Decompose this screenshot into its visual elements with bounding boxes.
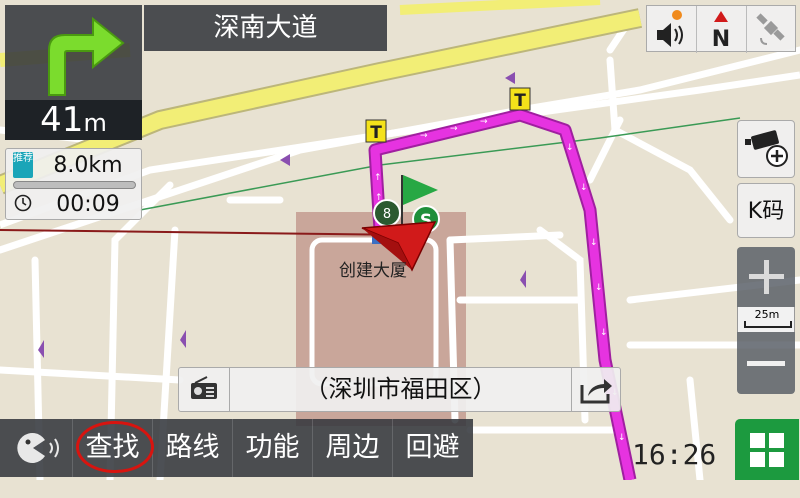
camera-add-button[interactable]: [737, 120, 795, 178]
svg-text:↓: ↓: [566, 143, 574, 153]
turn-panel[interactable]: 41m: [5, 5, 142, 140]
toll-marker: T: [365, 119, 387, 143]
svg-text:↓: ↓: [580, 183, 588, 193]
turn-arrow-box: [5, 5, 142, 100]
voice-button[interactable]: [0, 419, 73, 477]
bottom-toolbar: 查找 路线 功能 周边 回避: [0, 419, 473, 477]
svg-text:↓: ↓: [590, 238, 598, 248]
scale-label: 25m: [754, 308, 780, 321]
voice-pacman-icon: [17, 433, 59, 463]
map-scale: 25m: [737, 307, 795, 332]
turn-distance-value: 41: [40, 100, 84, 140]
svg-text:8: 8: [383, 207, 391, 222]
svg-text:↓: ↓: [618, 433, 626, 443]
svg-text:→: →: [420, 131, 428, 141]
svg-text:T: T: [514, 91, 526, 111]
grid-menu-icon: [750, 433, 784, 467]
toll-marker: T: [509, 87, 531, 111]
turn-distance-unit: m: [83, 109, 107, 137]
remaining-time: 00:09: [56, 192, 120, 217]
svg-text:↓: ↓: [600, 328, 608, 338]
minus-icon: [747, 361, 785, 366]
zoom-in-button[interactable]: [737, 247, 795, 307]
search-button[interactable]: 查找: [73, 419, 154, 477]
turn-right-arrow-icon: [48, 16, 125, 96]
trip-progress-bar: [13, 181, 136, 189]
svg-text:N: N: [712, 27, 730, 51]
function-button[interactable]: 功能: [233, 419, 313, 477]
recommend-badge: 推荐: [13, 152, 33, 178]
svg-text:↓: ↓: [595, 283, 603, 293]
nearby-button[interactable]: 周边: [313, 419, 393, 477]
sound-button[interactable]: [647, 6, 697, 53]
menu-button[interactable]: [735, 419, 799, 480]
remaining-distance: 8.0km: [53, 153, 123, 178]
turn-distance: 41m: [5, 100, 142, 140]
trip-info-panel[interactable]: 推荐 8.0km 00:09: [5, 148, 142, 220]
speaker-icon: [657, 10, 683, 47]
zoom-out-button[interactable]: [737, 332, 795, 394]
svg-text:↑: ↑: [374, 173, 382, 183]
radio-button[interactable]: [179, 368, 230, 411]
camera-plus-icon: [745, 130, 788, 167]
address-bar[interactable]: （深圳市福田区）: [178, 367, 621, 412]
scale-bar: [744, 321, 792, 328]
road-name: 深南大道: [144, 5, 387, 51]
svg-text:→: →: [480, 117, 488, 127]
share-icon: [580, 379, 612, 404]
north-compass-icon: N: [712, 11, 730, 52]
kcode-button[interactable]: K码: [737, 183, 795, 238]
share-button[interactable]: [571, 368, 620, 411]
satellite-icon: [756, 13, 785, 45]
highlight-circle: [76, 421, 154, 473]
plus-icon: [749, 260, 784, 294]
gps-button[interactable]: [747, 6, 796, 53]
top-right-panel: N: [646, 5, 796, 53]
radio-icon: [191, 376, 217, 399]
clock-icon: [14, 194, 32, 212]
compass-button[interactable]: N: [697, 6, 747, 53]
clock: 16:26: [632, 438, 717, 471]
svg-text:→: →: [450, 124, 458, 134]
svg-text:T: T: [370, 123, 382, 143]
poi-label: 创建大厦: [339, 261, 407, 281]
avoid-button[interactable]: 回避: [393, 419, 472, 477]
current-address: （深圳市福田区）: [304, 375, 497, 403]
route-button[interactable]: 路线: [153, 419, 233, 477]
